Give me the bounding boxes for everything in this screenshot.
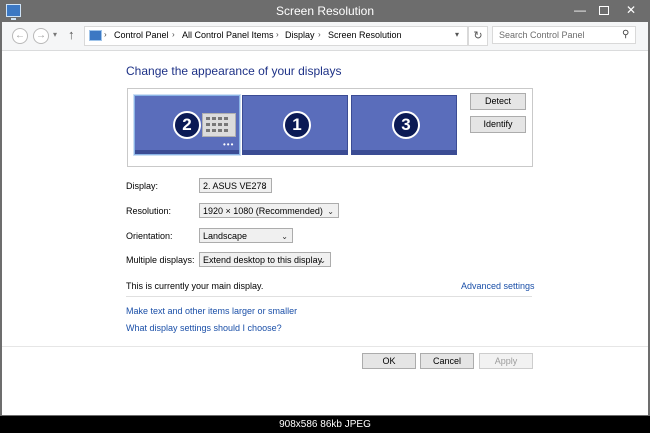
breadcrumb-separator[interactable]: › xyxy=(172,30,175,39)
main-display-message: This is currently your main display. xyxy=(126,281,264,291)
resolution-label: Resolution: xyxy=(126,206,172,216)
apply-button[interactable]: Apply xyxy=(479,353,533,369)
maximize-icon xyxy=(599,6,609,15)
back-button[interactable]: ← xyxy=(12,28,28,44)
orientation-value: Landscape xyxy=(203,231,248,241)
footer-divider xyxy=(2,346,648,347)
display-help-link[interactable]: What display settings should I choose? xyxy=(126,323,282,333)
monitor-1[interactable]: 1 xyxy=(242,95,348,155)
title-bar[interactable]: Screen Resolution — ✕ xyxy=(0,0,650,22)
orientation-select[interactable]: Landscape ⌄ xyxy=(199,228,293,243)
keypad-icon xyxy=(202,113,236,137)
monitor-taskbar xyxy=(352,150,456,154)
breadcrumb-separator[interactable]: › xyxy=(318,30,321,39)
advanced-settings-link[interactable]: Advanced settings xyxy=(461,281,535,291)
detect-button[interactable]: Detect xyxy=(470,93,526,110)
multiple-displays-value: Extend desktop to this display xyxy=(203,255,323,265)
monitor-taskbar xyxy=(135,150,239,154)
monitor-number: 2 xyxy=(173,111,201,139)
display-label: Display: xyxy=(126,181,159,191)
window-title: Screen Resolution xyxy=(275,4,375,18)
resolution-value: 1920 × 1080 (Recommended) xyxy=(203,206,323,216)
breadcrumb-display[interactable]: Display xyxy=(285,30,315,40)
forward-button[interactable]: → xyxy=(33,28,49,44)
address-bar[interactable]: › Control Panel › All Control Panel Item… xyxy=(84,26,468,46)
monitor-taskbar xyxy=(243,150,347,154)
breadcrumb-separator[interactable]: › xyxy=(276,30,279,39)
minimize-button[interactable]: — xyxy=(568,0,592,20)
ok-button[interactable]: OK xyxy=(362,353,416,369)
monitor-3[interactable]: 3 xyxy=(351,95,457,155)
monitor-dots: ••• xyxy=(223,140,235,149)
up-arrow-icon[interactable]: ↑ xyxy=(68,27,75,42)
breadcrumb-control-panel[interactable]: Control Panel xyxy=(114,30,169,40)
maximize-button[interactable] xyxy=(592,0,616,20)
multiple-displays-select[interactable]: Extend desktop to this display ⌄ xyxy=(199,252,331,267)
image-info-bar: 908x586 86kb JPEG xyxy=(0,416,650,433)
display-value: 2. ASUS VE278 xyxy=(203,181,267,191)
resolution-select[interactable]: 1920 × 1080 (Recommended) ⌄ xyxy=(199,203,339,218)
divider xyxy=(126,296,532,297)
multiple-displays-label: Multiple displays: xyxy=(126,255,195,265)
address-dropdown-icon[interactable]: ▾ xyxy=(455,30,459,39)
orientation-label: Orientation: xyxy=(126,231,173,241)
chevron-down-icon: ⌄ xyxy=(319,256,326,265)
chevron-down-icon: ⌄ xyxy=(327,207,334,216)
text-size-link[interactable]: Make text and other items larger or smal… xyxy=(126,306,297,316)
monitor-2[interactable]: 2 ••• xyxy=(134,95,240,155)
breadcrumb-all-items[interactable]: All Control Panel Items xyxy=(182,30,274,40)
close-button[interactable]: ✕ xyxy=(616,0,646,20)
navigation-bar: ← → ▾ ↑ › Control Panel › All Control Pa… xyxy=(2,22,648,51)
display-select[interactable]: 2. ASUS VE278 ⌄ xyxy=(199,178,272,193)
chevron-down-icon: ⌄ xyxy=(260,182,267,191)
breadcrumb-separator[interactable]: › xyxy=(104,30,107,39)
cancel-button[interactable]: Cancel xyxy=(420,353,474,369)
identify-button[interactable]: Identify xyxy=(470,116,526,133)
refresh-button[interactable]: ↻ xyxy=(468,26,488,46)
main-content: Change the appearance of your displays 2… xyxy=(2,51,648,415)
monitor-number: 1 xyxy=(283,111,311,139)
recent-locations-icon[interactable]: ▾ xyxy=(53,30,57,39)
search-input[interactable] xyxy=(492,26,636,44)
page-title: Change the appearance of your displays xyxy=(126,64,342,78)
monitor-number: 3 xyxy=(392,111,420,139)
breadcrumb-screen-resolution[interactable]: Screen Resolution xyxy=(328,30,402,40)
search-icon[interactable]: ⚲ xyxy=(622,29,629,40)
chevron-down-icon: ⌄ xyxy=(281,232,288,241)
control-panel-icon xyxy=(89,30,102,41)
